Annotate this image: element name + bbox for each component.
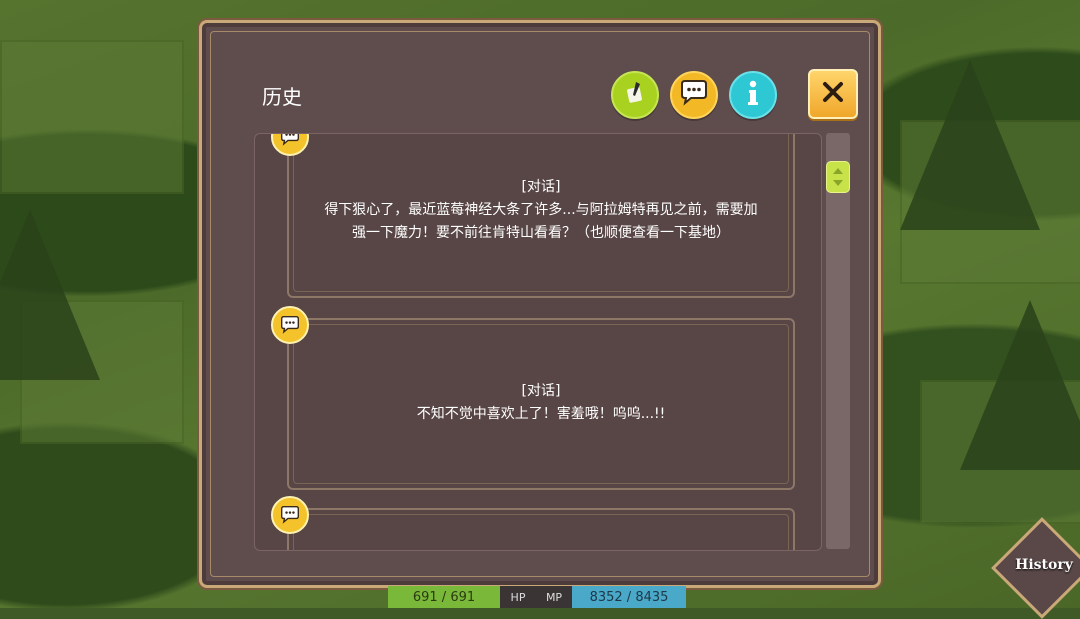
speech-bubble-icon (679, 80, 709, 110)
mp-label: MP (536, 586, 572, 608)
quill-icon (622, 80, 648, 110)
pine-tree (900, 60, 1040, 230)
history-entry: [对话] 得下狠心了，最近蓝莓神经大条了许多...与阿拉姆特再见之前，需要加 强… (287, 134, 795, 298)
history-list[interactable]: [对话] 得下狠心了，最近蓝莓神经大条了许多...与阿拉姆特再见之前，需要加 强… (254, 133, 822, 551)
speech-bubble-icon (281, 316, 299, 334)
hp-label: HP (500, 586, 536, 608)
entry-tag: [对话] (521, 383, 561, 399)
entry-line: 强一下魔力！要不前往肯特山看看？（也顺便查看一下基地） (352, 225, 730, 241)
quill-button[interactable] (611, 71, 659, 119)
pine-tree (960, 300, 1080, 470)
entry-text: [对话] 不知不觉中喜欢上了！害羞哦！呜呜...!! (289, 380, 793, 426)
history-button-label[interactable]: History (1006, 557, 1080, 573)
ground-tile (0, 40, 184, 194)
close-button[interactable] (808, 69, 858, 119)
history-entry (287, 508, 795, 550)
speech-bubble-icon (281, 506, 299, 524)
entry-frame (293, 514, 789, 550)
speech-bubble-badge (271, 306, 309, 344)
status-hud: 691 / 691 HP MP 8352 / 8435 (388, 586, 686, 608)
close-icon (821, 80, 845, 108)
scrollbar-track[interactable] (826, 133, 850, 549)
speech-bubble-icon (281, 134, 299, 146)
scroll-arrows-icon (833, 168, 843, 186)
scrollbar-thumb[interactable] (826, 161, 850, 193)
entry-line: 得下狠心了，最近蓝莓神经大条了许多...与阿拉姆特再见之前，需要加 (324, 202, 758, 218)
hp-value: 691 / 691 (388, 586, 500, 608)
history-dialog: 历史 [对话] 得下狠心了，最近蓝莓神经大条了许多...与阿拉姆特再见之前，需要… (199, 20, 881, 588)
speech-bubble-badge (271, 496, 309, 534)
info-icon (743, 79, 763, 111)
info-button[interactable] (729, 71, 777, 119)
entry-tag: [对话] (521, 179, 561, 195)
dialog-title: 历史 (262, 85, 302, 109)
mp-value: 8352 / 8435 (572, 586, 686, 608)
entry-text: [对话] 得下狠心了，最近蓝莓神经大条了许多...与阿拉姆特再见之前，需要加 强… (289, 176, 793, 245)
pine-tree (0, 210, 100, 380)
entry-line: 不知不觉中喜欢上了！害羞哦！呜呜...!! (416, 406, 666, 422)
dialog-filter-button[interactable] (670, 71, 718, 119)
history-entry: [对话] 不知不觉中喜欢上了！害羞哦！呜呜...!! (287, 318, 795, 490)
